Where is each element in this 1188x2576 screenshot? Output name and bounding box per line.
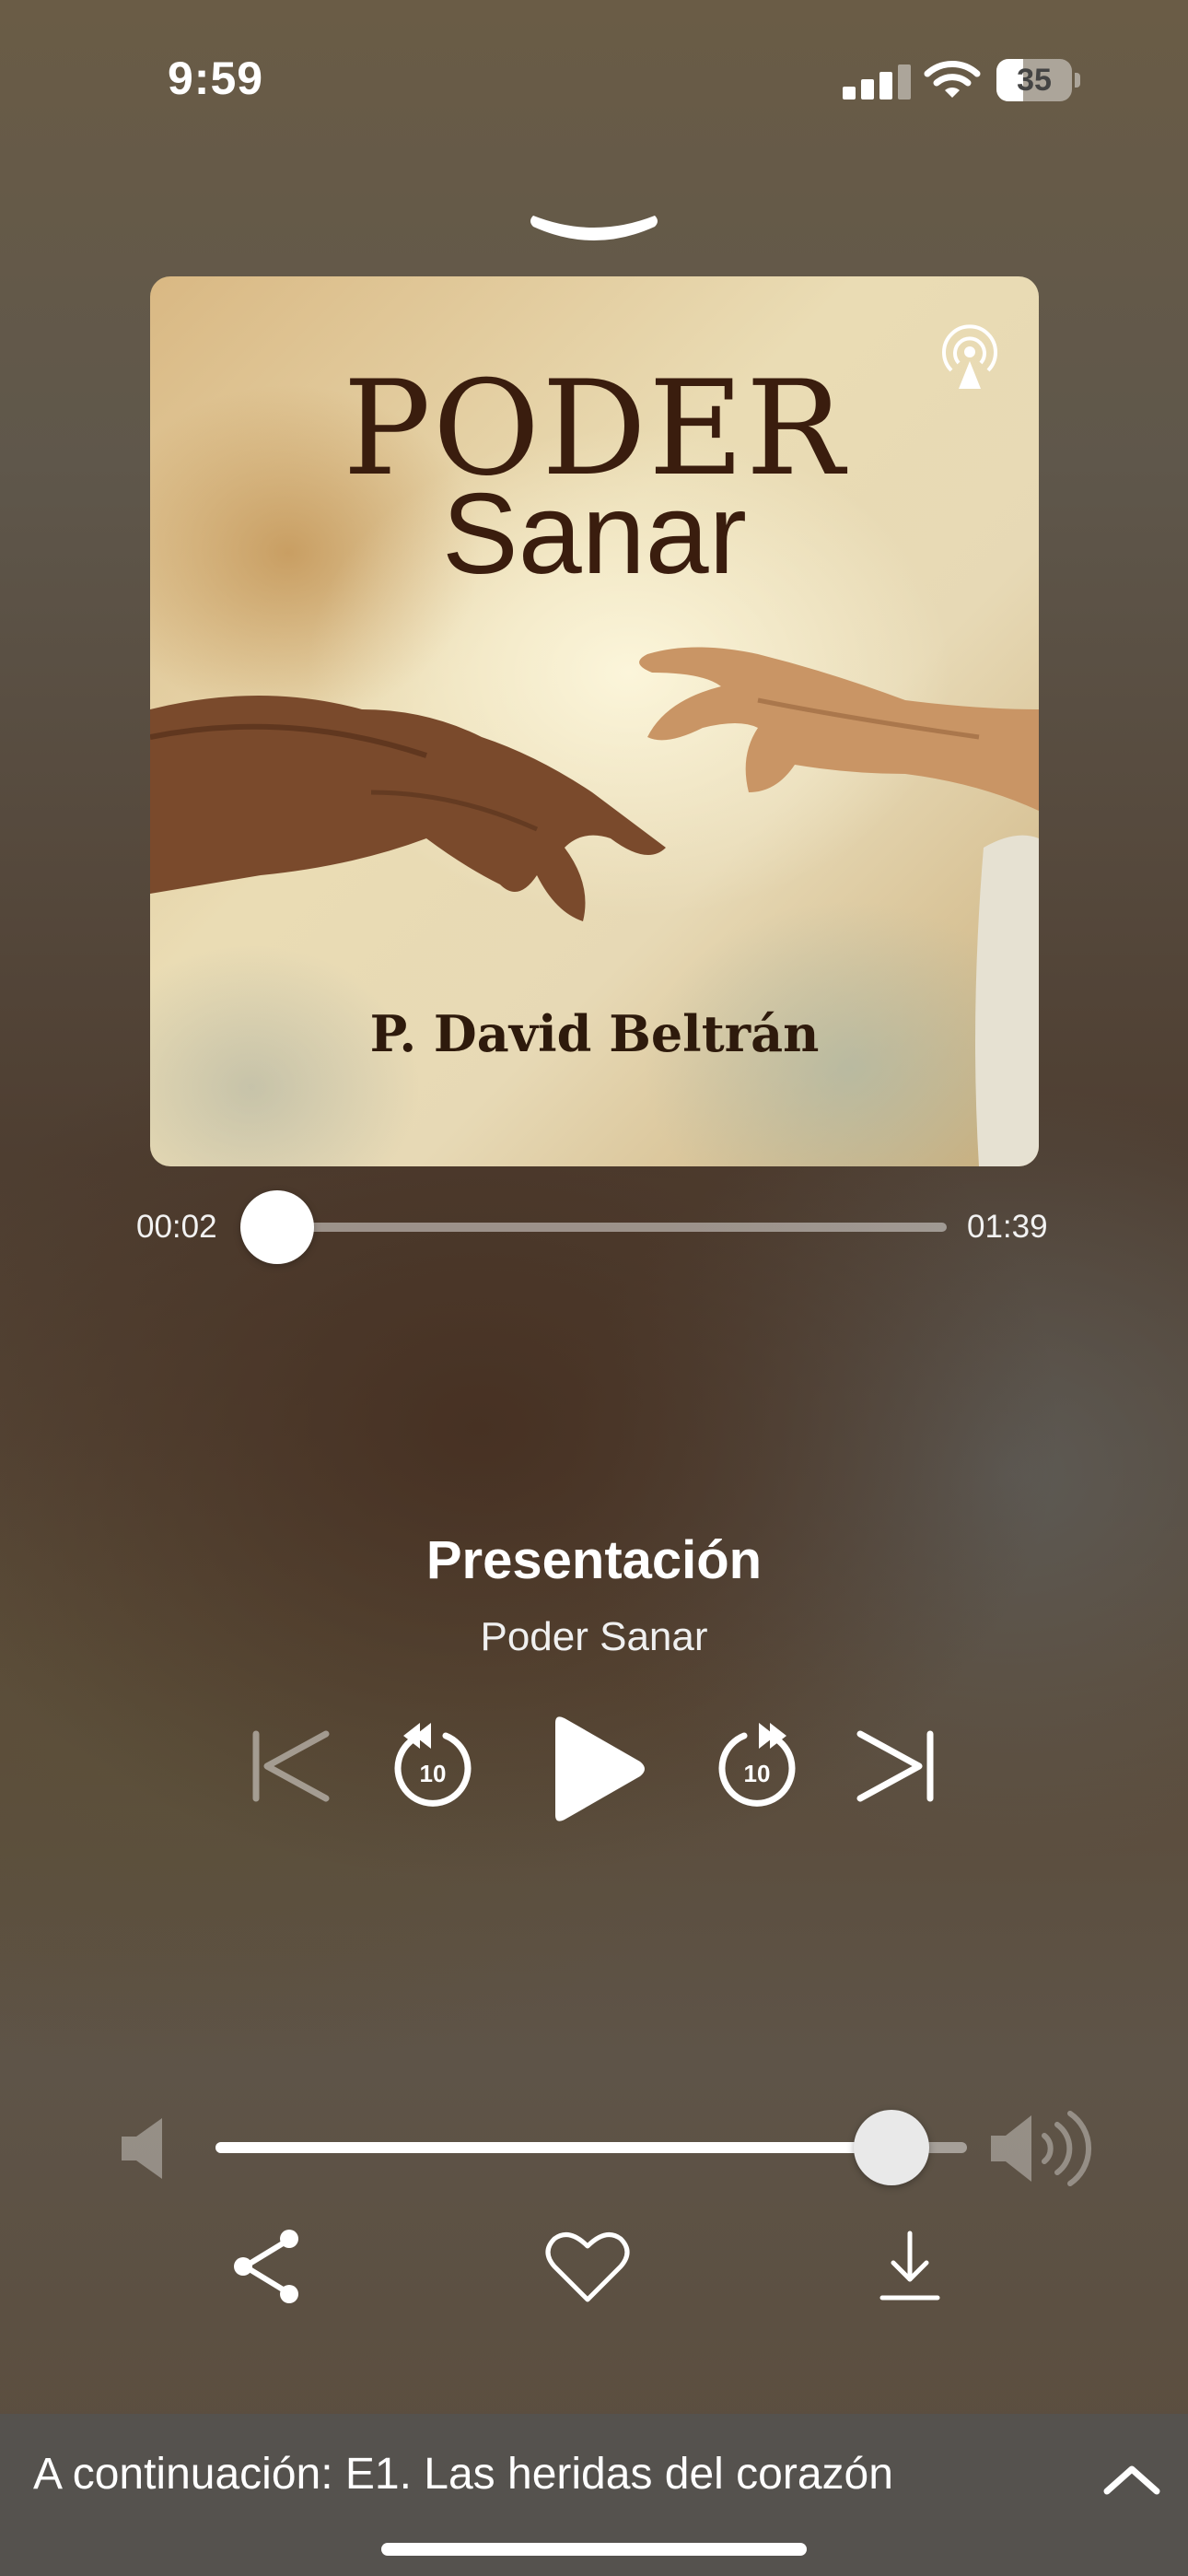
volume-max-icon <box>991 2111 1092 2186</box>
battery-icon: 35 <box>996 59 1081 101</box>
status-time: 9:59 <box>168 53 264 104</box>
previous-track-icon[interactable] <box>249 1725 332 1808</box>
artwork-subtitle: Sanar <box>442 471 747 598</box>
play-icon[interactable] <box>539 1714 649 1824</box>
forward-seconds: 10 <box>743 1760 771 1787</box>
forward-10-button[interactable]: 10 <box>711 1715 803 1817</box>
total-time: 01:39 <box>967 1209 1048 1245</box>
cellular-signal-icon <box>843 63 913 100</box>
rewind-seconds: 10 <box>419 1760 447 1787</box>
heart-icon[interactable] <box>545 2228 630 2305</box>
podcast-broadcast-icon <box>942 324 997 389</box>
track-title: Presentación <box>425 1530 763 1590</box>
chevron-up-icon[interactable] <box>1101 2462 1162 2499</box>
next-track-icon[interactable] <box>855 1725 938 1808</box>
share-icon[interactable] <box>228 2228 306 2305</box>
rewind-10-button[interactable]: 10 <box>387 1715 479 1817</box>
volume-thumb[interactable] <box>854 2110 930 2185</box>
progress-bar[interactable] <box>241 1223 947 1232</box>
download-icon[interactable] <box>877 2228 943 2305</box>
battery-level: 35 <box>1017 63 1052 98</box>
elapsed-time: 00:02 <box>136 1209 217 1245</box>
artwork-author: P. David Beltrán <box>369 1004 820 1063</box>
wifi-icon <box>924 61 981 98</box>
up-next-text: A continuación: E1. Las heridas del cora… <box>33 2450 893 2499</box>
home-indicator[interactable] <box>381 2543 807 2556</box>
track-album[interactable]: Poder Sanar <box>0 1614 1188 1660</box>
album-artwork: PODER Sanar P. David Beltrán <box>150 276 1039 1166</box>
progress-scrubber[interactable] <box>240 1190 315 1264</box>
volume-min-icon <box>122 2118 162 2179</box>
dismiss-chevron-icon[interactable] <box>520 201 668 252</box>
